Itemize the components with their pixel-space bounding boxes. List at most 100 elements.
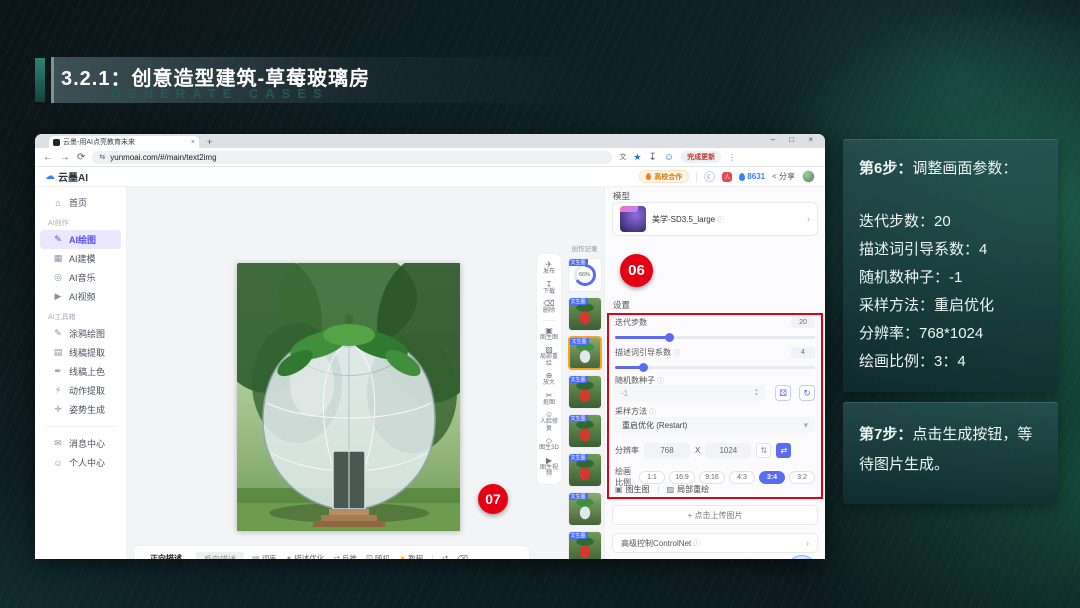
sidebar-item-ai-music[interactable]: ◎ AI音乐 xyxy=(40,268,121,287)
sidebar-section-create: AI创作 xyxy=(48,220,69,227)
tab-negative-prompt[interactable]: 反向描述 xyxy=(196,552,244,559)
coop-badge-label: 高校合作 xyxy=(654,173,683,181)
word-bank-button[interactable]: ▤ 词库 xyxy=(252,553,277,559)
history-thumbnail[interactable]: 文生图 xyxy=(567,492,602,526)
sidebar-item-pose-gen[interactable]: ✛ 姿势生成 xyxy=(40,400,121,419)
history-thumbnail-selected[interactable]: 文生图 xyxy=(567,336,602,370)
user-badge-icon[interactable]: 人 xyxy=(722,171,733,182)
history-thumbnail[interactable]: 文生图 xyxy=(567,375,602,409)
tool-publish[interactable]: ✈ 发布 xyxy=(539,260,559,276)
prompt-panel: 正向描述 反向描述 ▤词库 ✦描述优化 ⇄反推 ⚄随机 ☀教程 ↺ ⌫ 现代的造… xyxy=(133,545,530,559)
sidebar-item-motion-extract[interactable]: ⚡ 动作提取 xyxy=(40,381,121,400)
bookmark-star-icon[interactable]: ★ xyxy=(633,152,641,163)
prompt-optimize-button[interactable]: ✦ 描述优化 xyxy=(286,553,325,559)
sidebar-item-lineart-color[interactable]: ✒ 线稿上色 xyxy=(40,362,121,381)
generated-image[interactable] xyxy=(237,263,460,531)
history-thumbnail[interactable]: 文生图 xyxy=(567,531,602,559)
tool-face-restore[interactable]: ☺ 人脸修复 xyxy=(539,410,559,432)
share-button[interactable]: < 分享 xyxy=(772,171,795,182)
sidebar-item-ai-draw[interactable]: ✎ AI绘图 xyxy=(40,230,121,249)
home-icon: ⌂ xyxy=(55,197,61,208)
tool-img-to-video[interactable]: ▶ 图生视频 xyxy=(539,456,559,478)
ratio-3-2[interactable]: 3:2 xyxy=(789,470,815,484)
iteration-slider[interactable] xyxy=(615,333,815,342)
browser-tab[interactable]: 云墨-用AI点亮教育未来 × xyxy=(49,136,199,148)
history-progress-item[interactable]: 文生图 66% xyxy=(567,258,602,292)
lineart-icon: ▤ xyxy=(53,347,63,357)
assistant-mascot[interactable] xyxy=(785,555,819,559)
tool-inpaint[interactable]: ▨ 局部重绘 xyxy=(539,345,559,367)
app-logo[interactable]: ☁ 云墨AI xyxy=(45,169,88,184)
upload-image-button[interactable]: + 点击上传图片 xyxy=(612,505,818,525)
address-bar[interactable]: ⇆ yunmoai.com/#/main/text2img xyxy=(92,150,613,164)
img2img-tab[interactable]: ▣ 图生图 xyxy=(615,484,650,495)
reverse-infer-button[interactable]: ⇄ 反推 xyxy=(333,553,357,559)
back-icon[interactable]: ← xyxy=(43,152,53,163)
ratio-1-1[interactable]: 1:1 xyxy=(639,470,665,484)
sidebar-item-profile[interactable]: ☺ 个人中心 xyxy=(40,453,121,472)
seed-input[interactable]: -1 ▲ ▼ xyxy=(615,385,765,401)
ratio-9-16[interactable]: 9:16 xyxy=(699,470,725,484)
width-input[interactable]: 768 xyxy=(644,443,690,458)
coop-badge[interactable]: 高校合作 xyxy=(639,170,690,183)
link-dimensions-icon[interactable]: ⇄ xyxy=(776,443,792,458)
swap-dimensions-icon[interactable]: ⇅ xyxy=(756,443,772,458)
sidebar-item-home[interactable]: ⌂ 首页 xyxy=(40,193,121,212)
ink-balance[interactable]: 8631 xyxy=(739,172,765,181)
tool-upscale[interactable]: ⊕ 放大 xyxy=(539,371,559,387)
undo-icon[interactable]: ↺ xyxy=(442,554,448,559)
history-thumbnail[interactable]: 文生图 xyxy=(567,453,602,487)
random-button[interactable]: ⚄ 随机 xyxy=(366,553,390,559)
tool-download[interactable]: ↧ 下载 xyxy=(539,280,559,296)
avatar[interactable] xyxy=(802,170,815,183)
refresh-icon[interactable]: ⟳ xyxy=(77,152,85,163)
browser-menu-icon[interactable]: ⋮ xyxy=(728,153,736,162)
download-icon[interactable]: ↧ xyxy=(648,152,656,163)
chevron-right-icon: › xyxy=(806,538,809,548)
window-controls[interactable]: – □ × xyxy=(771,135,819,144)
guidance-slider-knob[interactable] xyxy=(639,363,648,372)
history-panel: 创作记录 文生图 66% 文生图 文生图 文生图 文生图 文生图 文生图 文生图… xyxy=(566,243,603,559)
iteration-slider-knob[interactable] xyxy=(665,333,674,342)
history-thumbnail[interactable]: 文生图 xyxy=(567,414,602,448)
tool-delete[interactable]: ⌫ 删除 xyxy=(539,299,559,315)
tool-img-to-3d[interactable]: ◇ 图生3D xyxy=(539,436,559,452)
model-card[interactable]: 美学-SD3.5_large ⓘ › xyxy=(612,202,818,236)
tool-cutout[interactable]: ✂ 抠图 xyxy=(539,391,559,407)
app-header: ☁ 云墨AI 高校合作 ☾ 人 8631 < 分享 xyxy=(35,167,825,187)
controlnet-card[interactable]: 高级控制ControlNet ⓘ › xyxy=(612,533,818,553)
translate-icon[interactable]: 文 xyxy=(619,152,626,162)
sidebar-item-ai-video[interactable]: ▶ AI视频 xyxy=(40,287,121,306)
guidance-slider[interactable] xyxy=(615,363,815,372)
sidebar-item-ai-model[interactable]: ▦ AI建模 xyxy=(40,249,121,268)
tab-positive-prompt[interactable]: 正向描述 xyxy=(142,551,190,559)
sampler-select[interactable]: 重启优化 (Restart) ▾ xyxy=(615,417,815,433)
dark-mode-icon[interactable]: ☾ xyxy=(704,171,716,182)
cube-icon: ▦ xyxy=(53,253,63,263)
ratio-3-4-selected[interactable]: 3:4 xyxy=(759,470,785,484)
new-tab-button[interactable]: + xyxy=(207,137,212,147)
tutorial-button[interactable]: ☀ 教程 xyxy=(399,553,423,559)
history-thumbnail[interactable]: 文生图 xyxy=(567,297,602,331)
site-settings-icon[interactable]: ⇆ xyxy=(99,153,105,161)
sidebar-item-doodle[interactable]: ✎ 涂鸦绘图 xyxy=(40,324,121,343)
chrome-update-button[interactable]: 完成更新 xyxy=(681,151,722,163)
step6-desc: 调整画面参数： xyxy=(912,160,1018,177)
image-tool-strip: ✈ 发布 ↧ 下载 ⌫ 删除 ▣ 图生图 ▨ 局部重绘 ⊕ 放大 ✂ 抠图 ☺ 人脸修复 ◇ 图生… xyxy=(536,253,562,485)
profile-icon[interactable]: ☺ xyxy=(664,152,674,163)
seed-random-button[interactable]: ⚄ xyxy=(775,385,791,401)
seed-refresh-button[interactable]: ↻ xyxy=(799,385,815,401)
sidebar-item-lineart-extract[interactable]: ▤ 线稿提取 xyxy=(40,343,121,362)
inpaint-tab[interactable]: ▨ 局部重绘 xyxy=(667,484,710,495)
clear-icon[interactable]: ⌫ xyxy=(457,554,468,559)
tool-img2img[interactable]: ▣ 图生图 xyxy=(539,326,559,342)
tab-close-icon[interactable]: × xyxy=(191,139,195,146)
height-input[interactable]: 1024 xyxy=(705,443,752,458)
ratio-4-3[interactable]: 4:3 xyxy=(729,470,755,484)
ratio-16-9[interactable]: 16:9 xyxy=(669,470,695,484)
forward-icon[interactable]: → xyxy=(60,152,70,163)
seed-stepper[interactable]: ▲ ▼ xyxy=(754,388,759,398)
app-sidebar: ⌂ 首页 AI创作 ✎ AI绘图 ▦ AI建模 ◎ AI音乐 ▶ AI视频 AI工具箱 ✎… xyxy=(35,187,127,559)
sidebar-item-messages[interactable]: ✉ 消息中心 xyxy=(40,434,121,453)
step6-line: 描述词引导系数：4 xyxy=(859,241,988,258)
